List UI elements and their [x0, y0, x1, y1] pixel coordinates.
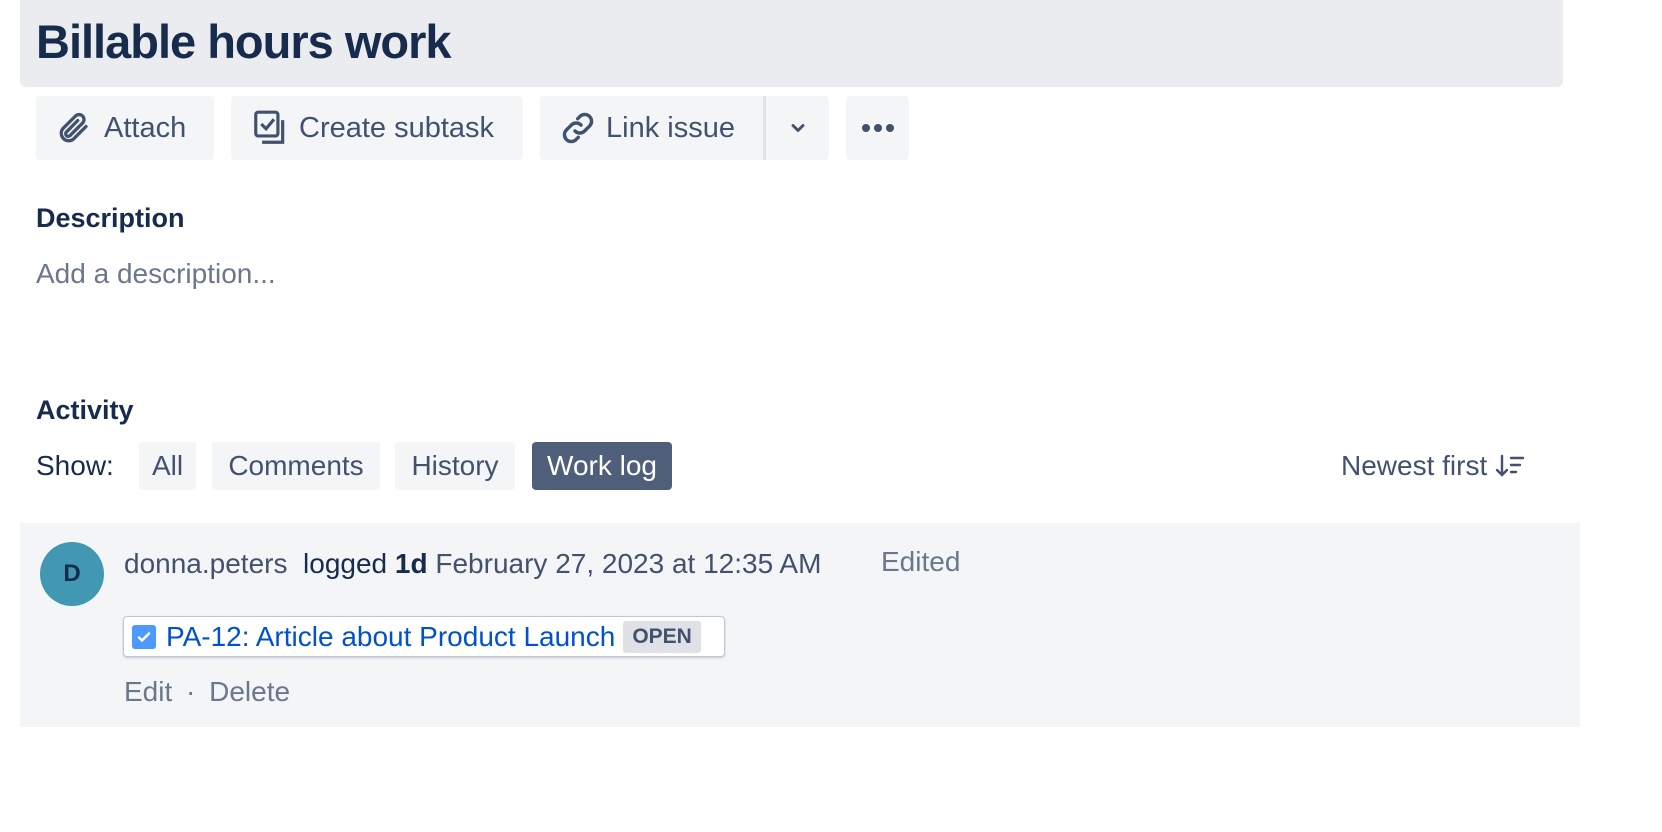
attach-label: Attach [104, 111, 187, 144]
link-issue-button[interactable]: Link issue [540, 96, 763, 160]
sort-icon [1496, 454, 1525, 477]
edited-label: Edited [881, 546, 961, 577]
worklog-actions: Edit · Delete [124, 676, 290, 708]
link-icon [562, 112, 594, 144]
issue-link[interactable]: PA-12: Article about Product Launch [166, 621, 615, 653]
delete-link[interactable]: Delete [209, 676, 290, 707]
logged-duration: 1d [394, 548, 428, 579]
logged-label: logged [303, 548, 388, 579]
attach-button[interactable]: Attach [36, 96, 214, 160]
description-heading: Description [36, 203, 185, 233]
create-subtask-button[interactable]: Create subtask [231, 96, 523, 160]
checkbox-task-icon [132, 624, 156, 649]
description-input[interactable]: Add a description... [36, 258, 276, 290]
subtask-icon [254, 110, 285, 144]
worklog-user[interactable]: donna.peters [124, 548, 287, 579]
worklog-date: February 27, 2023 at 12:35 AM [435, 548, 822, 579]
more-icon [861, 124, 894, 132]
filter-history[interactable]: History [395, 442, 515, 490]
filter-comments[interactable]: Comments [212, 442, 380, 490]
filter-all[interactable]: All [139, 442, 196, 490]
edit-link[interactable]: Edit [124, 676, 172, 707]
separator: · [186, 676, 196, 707]
status-badge: OPEN [623, 620, 701, 653]
issue-link-card[interactable]: PA-12: Article about Product Launch OPEN [123, 616, 725, 657]
link-issue-label: Link issue [606, 111, 735, 144]
issue-title[interactable]: Billable hours work [36, 14, 452, 69]
activity-heading: Activity [36, 395, 134, 425]
sort-button[interactable]: Newest first [1341, 450, 1525, 482]
link-issue-dropdown-button[interactable] [763, 96, 829, 160]
paperclip-icon [59, 112, 88, 143]
show-label: Show: [36, 450, 114, 481]
create-subtask-label: Create subtask [299, 111, 495, 144]
chevron-down-icon [791, 124, 804, 132]
more-actions-button[interactable] [846, 96, 909, 160]
avatar[interactable]: D [40, 542, 104, 606]
filter-work-log[interactable]: Work log [532, 442, 672, 490]
worklog-header: donna.peters logged 1d February 27, 2023… [124, 548, 821, 580]
sort-label: Newest first [1341, 450, 1488, 481]
